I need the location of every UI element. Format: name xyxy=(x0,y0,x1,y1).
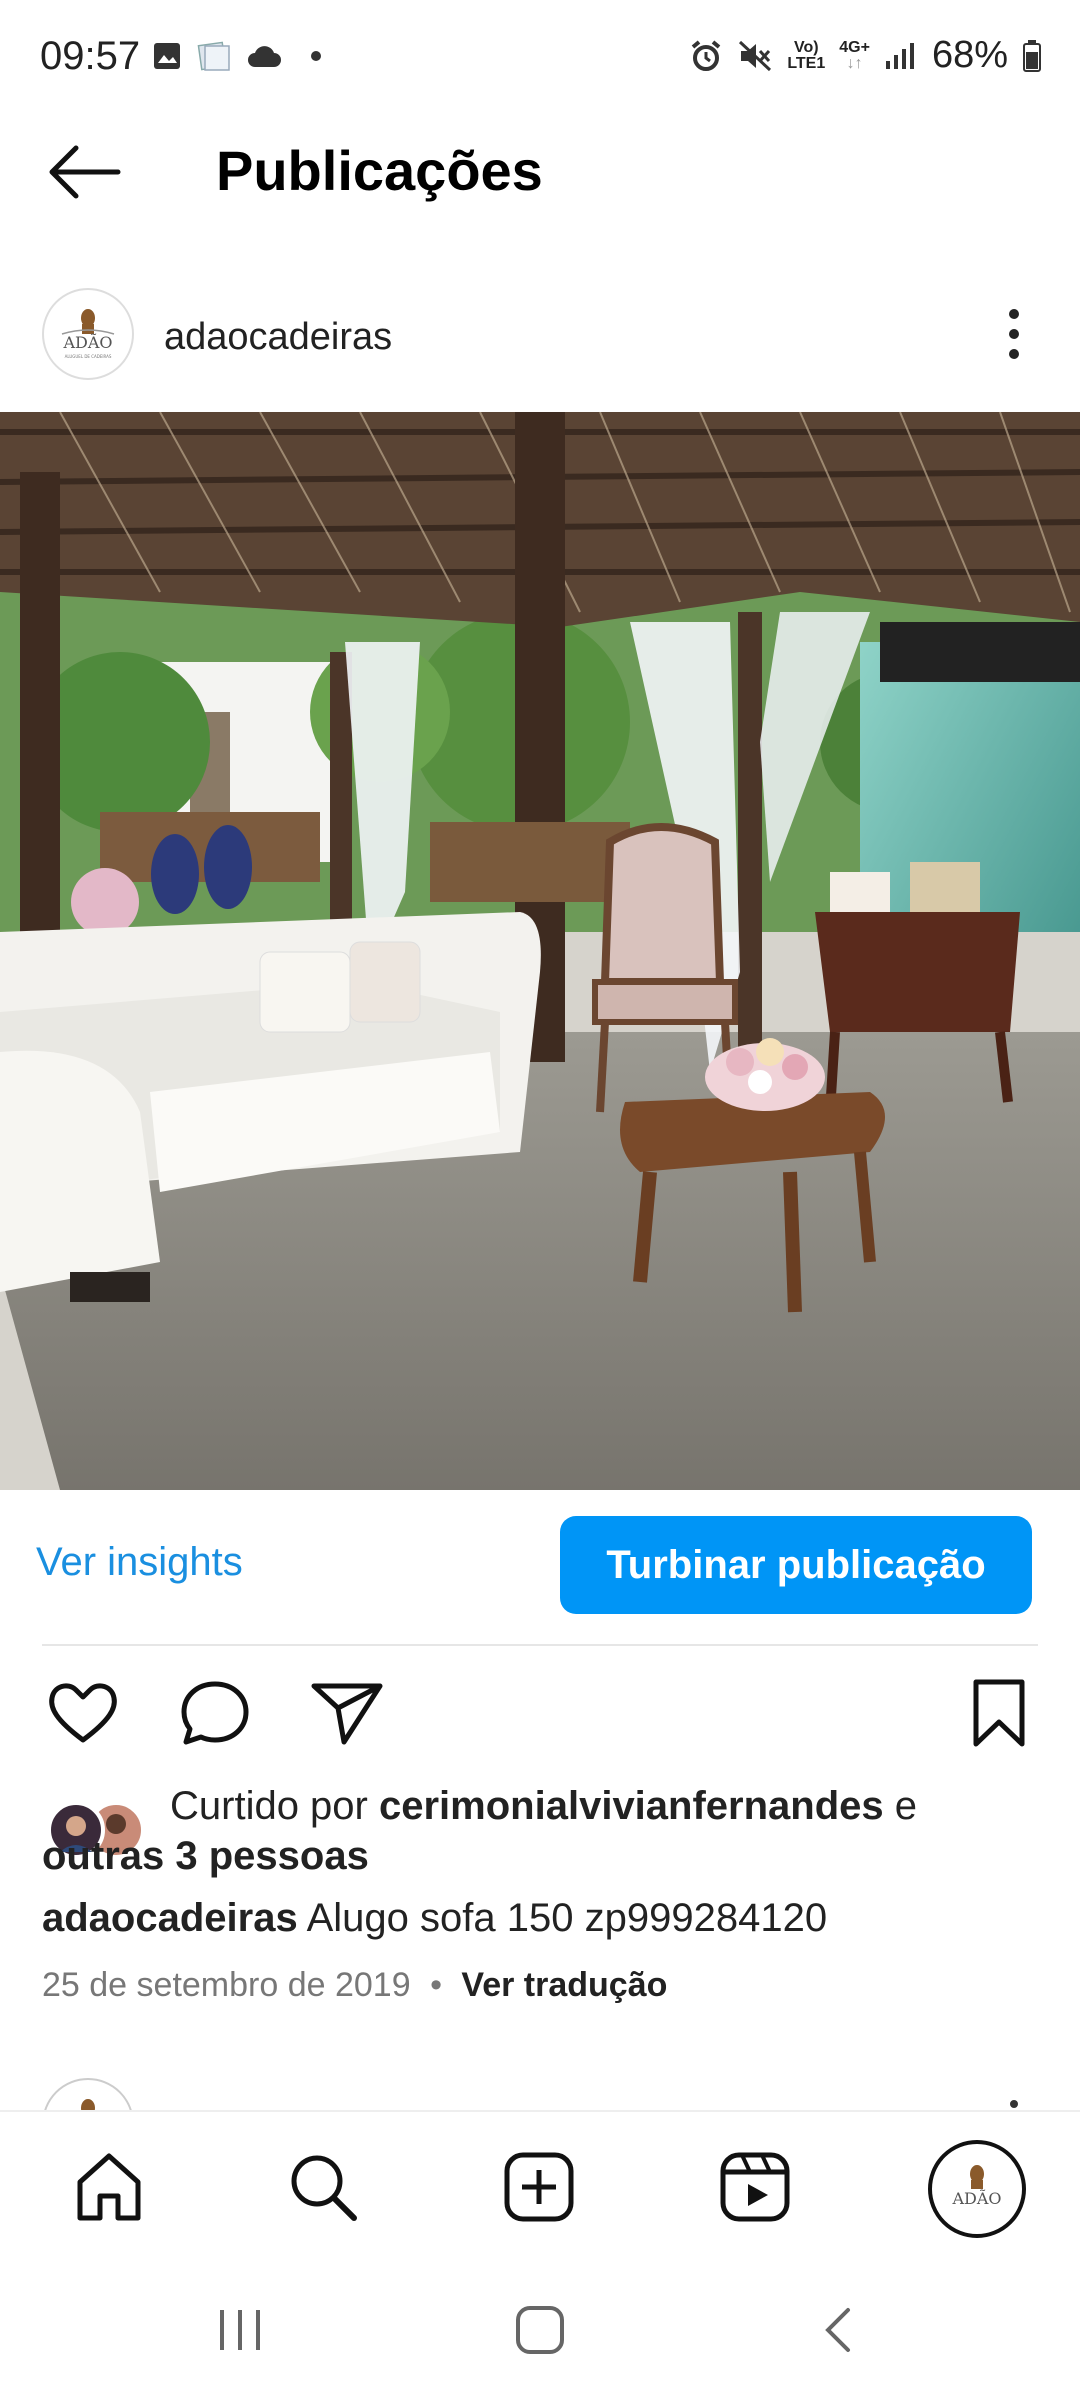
system-navigation-bar xyxy=(0,2260,1080,2400)
page-title: Publicações xyxy=(216,139,543,202)
liked-by-user[interactable]: cerimonialvivianfernandes xyxy=(379,1784,884,1828)
photo-illustration xyxy=(0,412,1080,1490)
home-system-button[interactable] xyxy=(510,2302,570,2363)
view-insights-link[interactable]: Ver insights xyxy=(36,1540,243,1585)
send-icon xyxy=(311,1683,383,1745)
network-type: 4G+ ↓↑ xyxy=(839,38,870,72)
dot-icon xyxy=(311,51,321,61)
add-post-icon xyxy=(504,2152,574,2222)
back-system-button[interactable] xyxy=(810,2302,870,2363)
post-date: 25 de setembro de 2019 xyxy=(42,1966,411,2004)
status-right-icons: Vo) LTE1 4G+ ↓↑ 68% xyxy=(689,34,1042,77)
recent-apps-icon xyxy=(220,2310,260,2350)
comment-icon xyxy=(181,1681,249,1745)
next-post-more-dot xyxy=(1010,2100,1018,2108)
notes-icon xyxy=(197,41,230,71)
caption-username[interactable]: adaocadeiras xyxy=(42,1896,298,1940)
search-icon xyxy=(291,2155,357,2221)
status-bar: 09:57 Vo) LTE1 4G+ ↓↑ 68% xyxy=(0,0,1080,118)
network-label: Vo) LTE1 xyxy=(787,38,826,72)
recent-apps-button[interactable] xyxy=(210,2302,270,2363)
see-translation-link[interactable]: Ver tradução xyxy=(461,1966,667,2004)
brand-logo: ADÃO ALUGUEL DE CADEIRAS xyxy=(61,309,115,359)
save-button[interactable] xyxy=(962,1678,1036,1748)
divider xyxy=(42,1644,1038,1646)
svg-text:ADÃO: ADÃO xyxy=(951,2188,1001,2208)
post-photo[interactable] xyxy=(0,412,1080,1490)
liked-by-text: Curtido por cerimonialvivianfernandes e xyxy=(170,1784,918,1828)
nav-reels-button[interactable] xyxy=(718,2150,792,2224)
battery-icon xyxy=(1023,39,1041,72)
nav-search-button[interactable] xyxy=(286,2150,360,2224)
mute-icon xyxy=(739,40,772,71)
post-username[interactable]: adaocadeiras xyxy=(164,316,392,359)
alarm-icon xyxy=(692,39,721,71)
share-button[interactable] xyxy=(310,1678,384,1748)
cloud-icon xyxy=(248,46,281,67)
date-separator: • xyxy=(430,1966,442,2004)
post-date-line: 25 de setembro de 2019 • Ver tradução xyxy=(42,1966,667,2005)
arrow-left-icon xyxy=(49,145,121,199)
status-time: 09:57 xyxy=(40,34,141,78)
chevron-left-icon xyxy=(825,2308,850,2352)
nav-create-button[interactable] xyxy=(502,2150,576,2224)
heart-icon xyxy=(49,1683,117,1743)
more-vertical-icon xyxy=(1009,309,1019,359)
status-left-icons xyxy=(152,40,326,72)
svg-text:ADÃO: ADÃO xyxy=(62,332,112,352)
post-caption: adaocadeiras Alugo sofa 150 zp999284120 xyxy=(42,1896,827,1941)
nav-profile-button[interactable]: ADÃO xyxy=(928,2140,1026,2238)
reels-icon xyxy=(720,2152,790,2222)
profile-logo-icon: ADÃO xyxy=(951,2165,1002,2208)
signal-icon xyxy=(885,42,914,69)
liked-others-link[interactable]: outras 3 pessoas xyxy=(42,1834,369,1879)
like-button[interactable] xyxy=(46,1678,120,1748)
home-icon xyxy=(77,2153,141,2221)
nav-home-button[interactable] xyxy=(72,2150,146,2224)
image-icon xyxy=(154,43,180,69)
bookmark-icon xyxy=(973,1679,1025,1747)
boost-post-button[interactable]: Turbinar publicação xyxy=(560,1516,1032,1614)
back-button[interactable] xyxy=(40,142,130,202)
post-author-avatar[interactable]: ADÃO ALUGUEL DE CADEIRAS xyxy=(42,288,134,380)
comment-button[interactable] xyxy=(178,1678,252,1748)
caption-text: Alugo sofa 150 zp999284120 xyxy=(306,1896,828,1940)
battery-percent: 68% xyxy=(931,34,1008,76)
svg-text:ALUGUEL DE CADEIRAS: ALUGUEL DE CADEIRAS xyxy=(65,354,112,359)
more-options-button[interactable] xyxy=(1000,300,1028,368)
home-square-icon xyxy=(516,2306,564,2354)
